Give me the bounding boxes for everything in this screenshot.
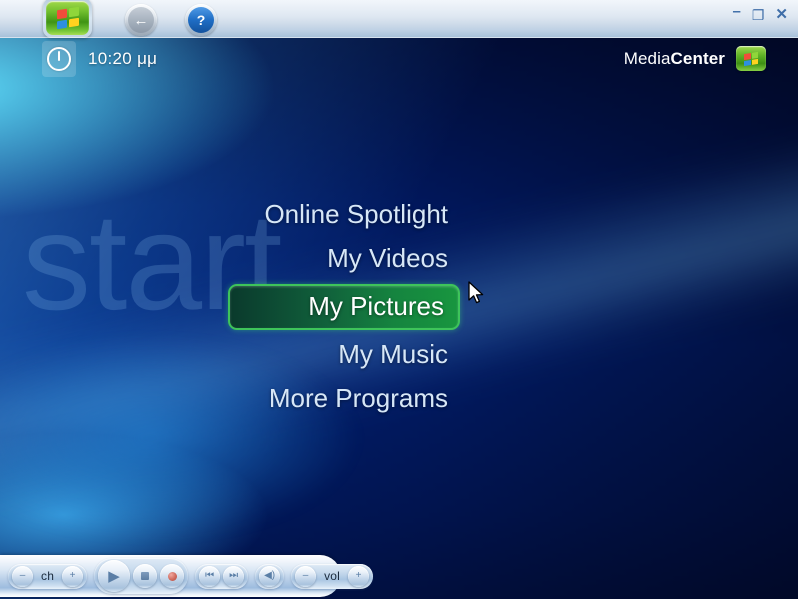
record-button[interactable] — [160, 564, 185, 588]
media-center-window: ← ? – ❐ ✕ 10:20 μμ MediaCenter start Onl… — [0, 0, 798, 599]
menu-item-my-videos[interactable]: My Videos — [315, 237, 460, 281]
window-controls: – ❐ ✕ — [733, 4, 788, 22]
replay-group: ◀) — [255, 563, 285, 589]
question-mark-icon: ? — [188, 7, 214, 33]
power-button[interactable] — [42, 41, 76, 77]
channel-group: – ch + — [8, 563, 88, 589]
windows-start-orb-button[interactable] — [43, 0, 92, 38]
playback-group: ▶ — [94, 558, 189, 594]
play-button[interactable]: ▶ — [98, 560, 131, 592]
window-titlebar: ← ? – ❐ ✕ — [0, 0, 798, 38]
windows-logo-icon — [46, 1, 89, 35]
minimize-icon[interactable]: – — [733, 4, 741, 19]
channel-down-button[interactable]: – — [12, 565, 33, 587]
volume-up-button[interactable]: + — [348, 565, 370, 587]
replay-button[interactable]: ◀) — [259, 565, 281, 587]
menu-item-online-spotlight[interactable]: Online Spotlight — [252, 193, 460, 237]
brand-text-light: Media — [623, 48, 671, 68]
restore-icon[interactable]: ❐ — [752, 8, 765, 22]
volume-label: vol — [324, 569, 341, 583]
back-button[interactable]: ← — [125, 4, 157, 36]
windows-logo-icon-small — [736, 46, 766, 71]
stop-button[interactable] — [133, 564, 158, 588]
back-arrow-icon: ← — [128, 7, 154, 33]
skip-forward-button[interactable]: ⏭ — [223, 565, 245, 587]
volume-down-button[interactable]: – — [295, 565, 317, 587]
status-bar: 10:20 μμ — [42, 41, 157, 77]
menu-item-more-programs[interactable]: More Programs — [257, 377, 460, 421]
close-icon[interactable]: ✕ — [775, 7, 788, 22]
power-icon — [47, 47, 71, 71]
stop-icon — [141, 572, 150, 580]
volume-group: – vol + — [291, 563, 374, 589]
skip-group: ⏮ ⏭ — [195, 563, 249, 589]
mediacenter-brand: MediaCenter — [624, 46, 766, 71]
brand-text-bold: Center — [670, 48, 725, 68]
channel-up-button[interactable]: + — [62, 565, 84, 587]
skip-back-button[interactable]: ⏮ — [199, 565, 221, 587]
media-center-desktop: 10:20 μμ MediaCenter start Online Spotli… — [0, 38, 798, 599]
brand-text: MediaCenter — [624, 49, 725, 69]
channel-label: ch — [41, 569, 55, 583]
record-icon — [167, 571, 177, 581]
mouse-cursor — [468, 281, 484, 304]
main-menu: Online Spotlight My Videos My Pictures M… — [0, 193, 460, 421]
transport-control-bar: – ch + ▶ ⏮ ⏭ ◀) – vol + — [0, 555, 374, 597]
menu-item-my-pictures[interactable]: My Pictures — [228, 284, 460, 330]
help-button[interactable]: ? — [185, 4, 217, 36]
menu-item-my-music[interactable]: My Music — [326, 333, 460, 377]
clock-label: 10:20 μμ — [88, 49, 158, 68]
